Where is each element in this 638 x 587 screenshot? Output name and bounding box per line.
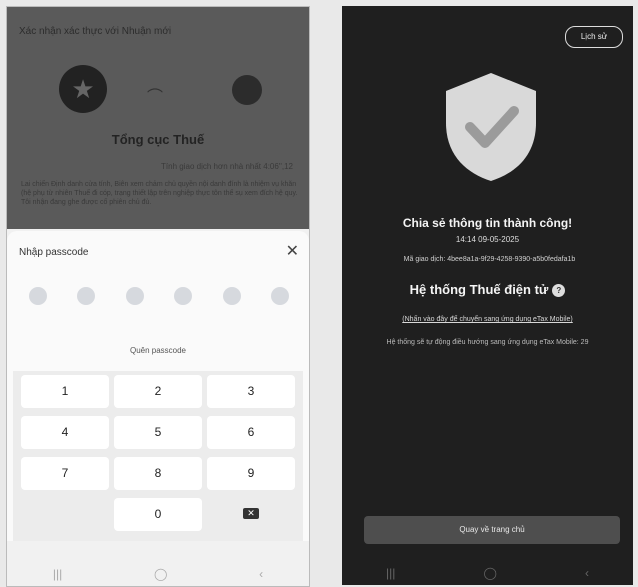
key-0[interactable]: 0 bbox=[114, 498, 202, 531]
background-title: Xác nhận xác thực với Nhuận mới bbox=[19, 26, 172, 37]
dimmed-background: Xác nhận xác thực với Nhuận mới ★ ⌒ Tổng… bbox=[7, 7, 309, 229]
passcode-dot bbox=[270, 287, 289, 305]
background-note: Tính giao dịch hơn nhà nhất 4:06'',12 bbox=[161, 162, 293, 171]
passcode-dots bbox=[29, 287, 289, 305]
success-message: Chia sẻ thông tin thành công! bbox=[402, 216, 573, 230]
history-button[interactable]: Lịch sử bbox=[565, 26, 623, 48]
timestamp: 14:14 09-05-2025 bbox=[455, 235, 520, 244]
passcode-dot bbox=[125, 287, 144, 305]
recent-apps-icon[interactable]: ||| bbox=[386, 566, 395, 580]
passcode-dot bbox=[29, 287, 47, 305]
key-9[interactable]: 9 bbox=[207, 457, 295, 490]
key-4[interactable]: 4 bbox=[21, 416, 109, 449]
right-screen: Lịch sử Chia sẻ thông tin thành công! 14… bbox=[342, 6, 633, 585]
key-2[interactable]: 2 bbox=[114, 375, 202, 408]
system-name: Hệ thống Thuế điện tử? bbox=[342, 282, 633, 298]
backspace-icon: ✕ bbox=[243, 508, 259, 519]
open-etax-link[interactable]: (Nhấn vào đây để chuyển sang ứng dụng eT… bbox=[342, 316, 633, 323]
backspace-button[interactable]: ✕ bbox=[207, 498, 295, 531]
passcode-dot bbox=[77, 287, 96, 305]
back-icon[interactable]: ‹ bbox=[259, 567, 263, 581]
system-badge-icon: ? bbox=[552, 284, 566, 298]
national-seal-icon bbox=[232, 75, 262, 105]
passcode-dot bbox=[174, 287, 193, 305]
transaction-id: Mã giao dịch: 4bee8a1a-9f29-4258-9390-a5… bbox=[403, 256, 576, 263]
key-8[interactable]: 8 bbox=[114, 457, 202, 490]
tax-emblem-icon: ★ bbox=[59, 65, 107, 113]
passcode-dot bbox=[222, 287, 241, 305]
back-to-home-button[interactable]: Quay về trang chủ bbox=[364, 516, 620, 544]
auto-redirect-note: Hệ thống sẽ tự động điều hướng sang ứng … bbox=[386, 339, 589, 346]
home-icon[interactable]: ◯ bbox=[154, 567, 167, 581]
android-nav-bar: ||| ◯ ‹ bbox=[7, 562, 309, 586]
history-label: Lịch sử bbox=[580, 32, 608, 41]
left-screen: Xác nhận xác thực với Nhuận mới ★ ⌒ Tổng… bbox=[6, 6, 310, 587]
sheet-title: Nhập passcode bbox=[19, 247, 89, 258]
system-name-label: Hệ thống Thuế điện tử bbox=[409, 282, 549, 297]
close-icon[interactable]: ✕ bbox=[286, 241, 299, 261]
recent-apps-icon[interactable]: ||| bbox=[53, 567, 62, 581]
connect-icon: ⌒ bbox=[147, 89, 164, 106]
passcode-sheet: Nhập passcode ✕ Quên passcode 1 2 3 4 5 … bbox=[7, 231, 309, 541]
forgot-passcode-link[interactable]: Quên passcode bbox=[7, 346, 309, 355]
background-paragraph: Lai chiến Định danh cửa tính, Biên xem c… bbox=[21, 181, 298, 206]
background-org-name: Tổng cục Thuế bbox=[111, 132, 205, 147]
key-7[interactable]: 7 bbox=[21, 457, 109, 490]
home-icon[interactable]: ◯ bbox=[483, 566, 496, 580]
key-6[interactable]: 6 bbox=[207, 416, 295, 449]
key-5[interactable]: 5 bbox=[114, 416, 202, 449]
success-shield-icon bbox=[446, 73, 536, 181]
numeric-keypad: 1 2 3 4 5 6 7 8 9 0 ✕ bbox=[13, 371, 303, 541]
android-nav-bar: ||| ◯ ‹ bbox=[342, 561, 633, 585]
key-3[interactable]: 3 bbox=[207, 375, 295, 408]
key-1[interactable]: 1 bbox=[21, 375, 109, 408]
back-icon[interactable]: ‹ bbox=[585, 566, 589, 580]
